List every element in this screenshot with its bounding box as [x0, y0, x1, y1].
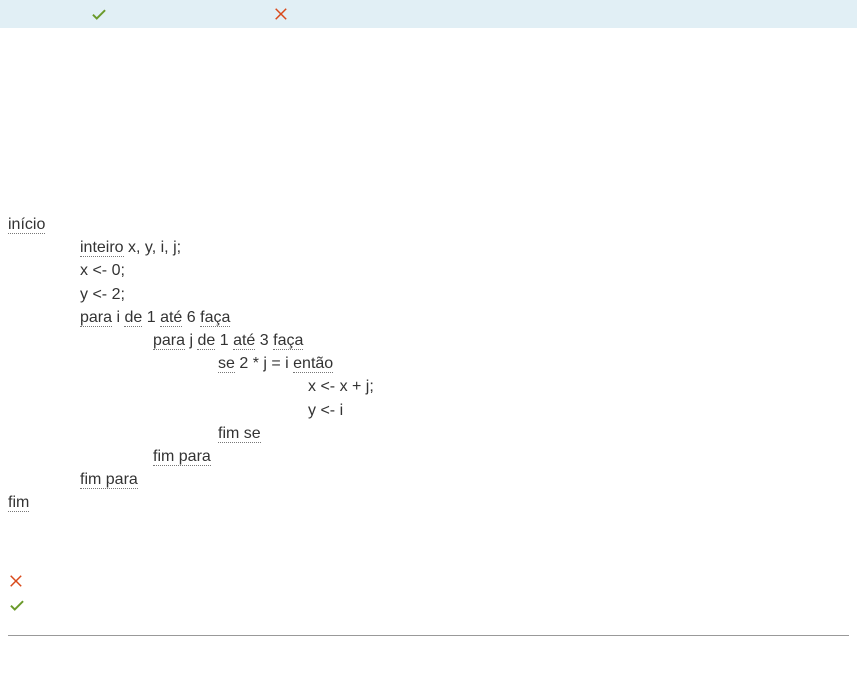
kw-ate: até [160, 309, 182, 327]
check-icon[interactable] [8, 596, 26, 614]
kw-inteiro: inteiro [80, 239, 124, 257]
stmt-xj: x <- x + j; [308, 378, 374, 395]
check-icon[interactable] [90, 5, 108, 23]
kw-para-inner: para [153, 332, 185, 350]
cross-icon[interactable] [273, 5, 291, 23]
kw-fimse: fim se [218, 425, 261, 443]
bottom-icons [0, 514, 857, 617]
var-decl: x, y, i, j; [124, 239, 181, 256]
divider [8, 635, 849, 636]
stmt-yi: y <- i [308, 402, 343, 419]
top-bar [0, 0, 857, 28]
kw-fimpara-outer: fim para [80, 471, 138, 489]
kw-fimpara-inner: fim para [153, 448, 211, 466]
kw-de: de [124, 309, 142, 327]
pseudocode-block: início inteiro x, y, i, j; x <- 0; y <- … [0, 28, 857, 514]
kw-de: de [197, 332, 215, 350]
kw-ate: até [233, 332, 255, 350]
kw-faca: faça [200, 309, 230, 327]
kw-inicio: início [8, 216, 45, 234]
kw-entao: então [293, 355, 333, 373]
kw-fim: fim [8, 494, 29, 512]
kw-para-outer: para [80, 309, 112, 327]
stmt-y2: y <- 2; [80, 286, 125, 303]
kw-se: se [218, 355, 235, 373]
stmt-x0: x <- 0; [80, 262, 125, 279]
kw-faca: faça [273, 332, 303, 350]
cross-icon[interactable] [8, 572, 26, 590]
